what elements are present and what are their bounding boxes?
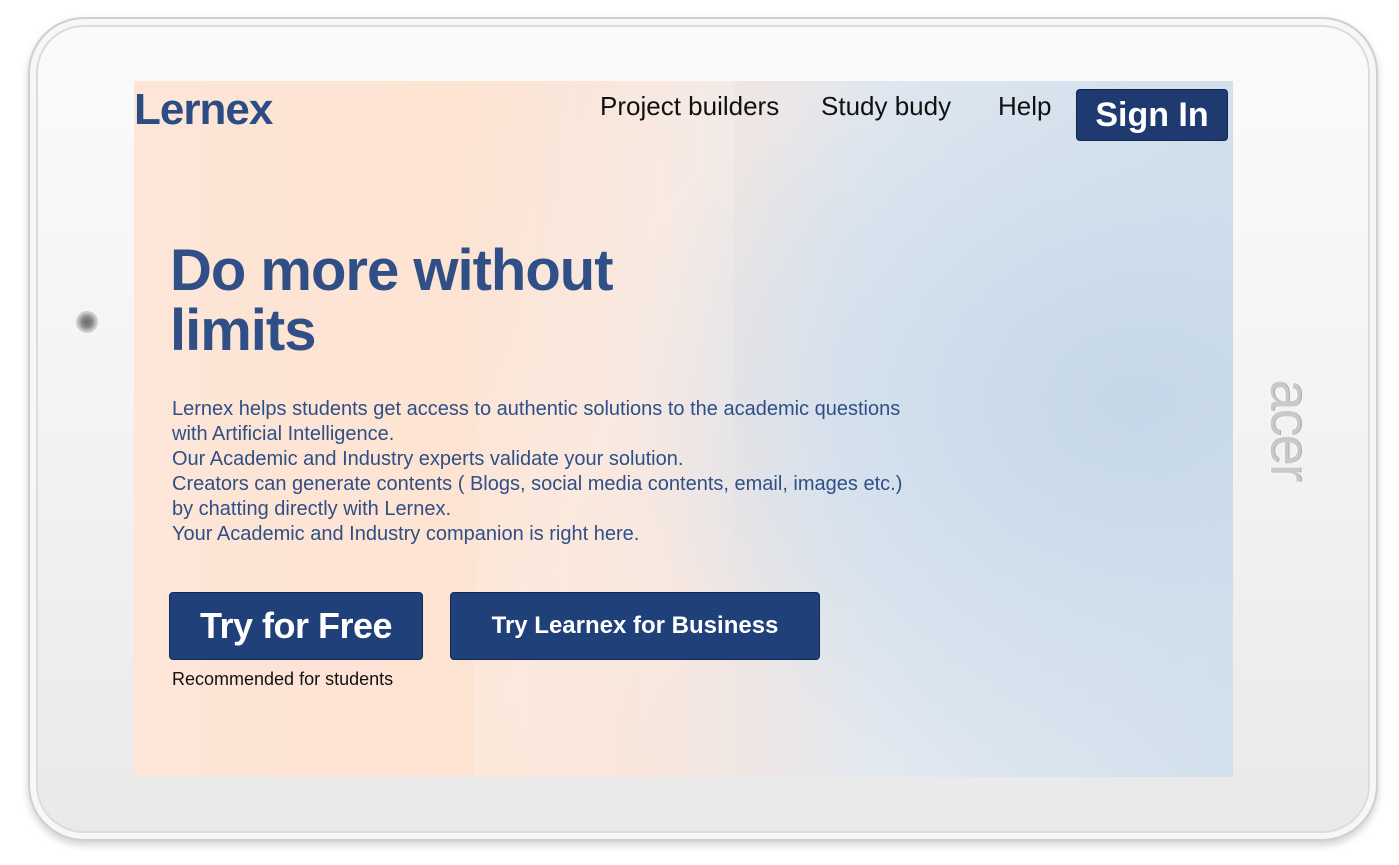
try-for-free-button[interactable]: Try for Free bbox=[169, 592, 423, 660]
web-page: Lernex Project builders Study budy Help … bbox=[134, 81, 1233, 777]
description-line: Creators can generate contents ( Blogs, … bbox=[172, 473, 903, 495]
try-business-button[interactable]: Try Learnex for Business bbox=[450, 592, 820, 660]
camera-lens bbox=[76, 311, 98, 333]
hero-headline-line-1: Do more without bbox=[170, 238, 614, 303]
sign-in-button[interactable]: Sign In bbox=[1076, 89, 1228, 141]
nav-link-help[interactable]: Help bbox=[998, 91, 1051, 122]
nav-link-study-budy[interactable]: Study budy bbox=[821, 91, 951, 122]
hero-headline-line-2: limits bbox=[170, 298, 316, 363]
description-line: by chatting directly with Lernex. bbox=[172, 498, 452, 520]
recommended-note: Recommended for students bbox=[172, 669, 394, 689]
site-logo[interactable]: Lernex bbox=[134, 85, 273, 135]
hero-headline: Do more without limits bbox=[170, 241, 730, 361]
description-line: Your Academic and Industry companion is … bbox=[172, 523, 640, 545]
nav-link-project-builders[interactable]: Project builders bbox=[600, 91, 779, 122]
description-line: with Artificial Intelligence. bbox=[172, 423, 395, 445]
description-line: Our Academic and Industry experts valida… bbox=[172, 448, 684, 470]
description-line: Lernex helps students get access to auth… bbox=[172, 398, 901, 420]
device-brand-logo: acer bbox=[1259, 379, 1323, 481]
hero-description: Lernex helps students get access to auth… bbox=[172, 397, 1032, 547]
